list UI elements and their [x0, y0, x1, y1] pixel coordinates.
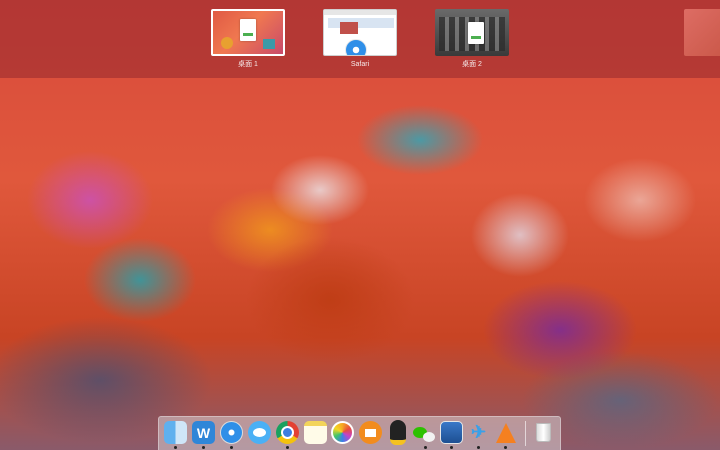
running-indicator [202, 446, 205, 449]
space-desktop-1[interactable]: 桌面 1 [211, 9, 285, 69]
running-indicator [450, 446, 453, 449]
messages-icon[interactable] [248, 421, 271, 444]
dock-divider [525, 421, 526, 446]
space-safari[interactable]: Safari [323, 9, 397, 69]
safari-icon [345, 39, 367, 55]
space-label: 桌面 1 [238, 61, 258, 68]
safari-icon[interactable] [220, 421, 243, 444]
space-thumbnail[interactable] [435, 9, 509, 56]
finder-icon[interactable] [164, 421, 187, 444]
window-thumbnail [240, 19, 256, 41]
running-indicator [424, 446, 427, 449]
space-label: 桌面 2 [462, 61, 482, 68]
trash-icon[interactable] [532, 421, 555, 444]
space-desktop-2[interactable]: 桌面 2 [435, 9, 509, 69]
space-label: Safari [350, 61, 370, 68]
dock: W ✈ [158, 416, 561, 450]
ibooks-icon[interactable] [359, 421, 382, 444]
running-indicator [504, 446, 507, 449]
wps-writer-icon[interactable]: W [192, 421, 215, 444]
running-indicator [174, 446, 177, 449]
mission-control-spaces-bar: 桌面 1 Safari 桌面 2 [0, 0, 720, 78]
add-desktop-preview[interactable] [684, 9, 720, 56]
qq-icon[interactable] [386, 420, 409, 445]
space-thumbnail[interactable] [211, 9, 285, 56]
notes-icon[interactable] [304, 421, 327, 444]
running-indicator [477, 446, 480, 449]
window-thumbnail [468, 22, 484, 44]
chrome-icon[interactable] [276, 421, 299, 444]
photos-icon[interactable] [331, 421, 354, 444]
preview-icon[interactable] [440, 421, 463, 444]
running-indicator [286, 446, 289, 449]
xcode-tools-icon[interactable]: ✈ [467, 421, 490, 444]
vlc-icon[interactable] [494, 421, 517, 444]
wechat-icon[interactable] [412, 421, 435, 444]
space-thumbnail[interactable] [323, 9, 397, 56]
running-indicator [230, 446, 233, 449]
